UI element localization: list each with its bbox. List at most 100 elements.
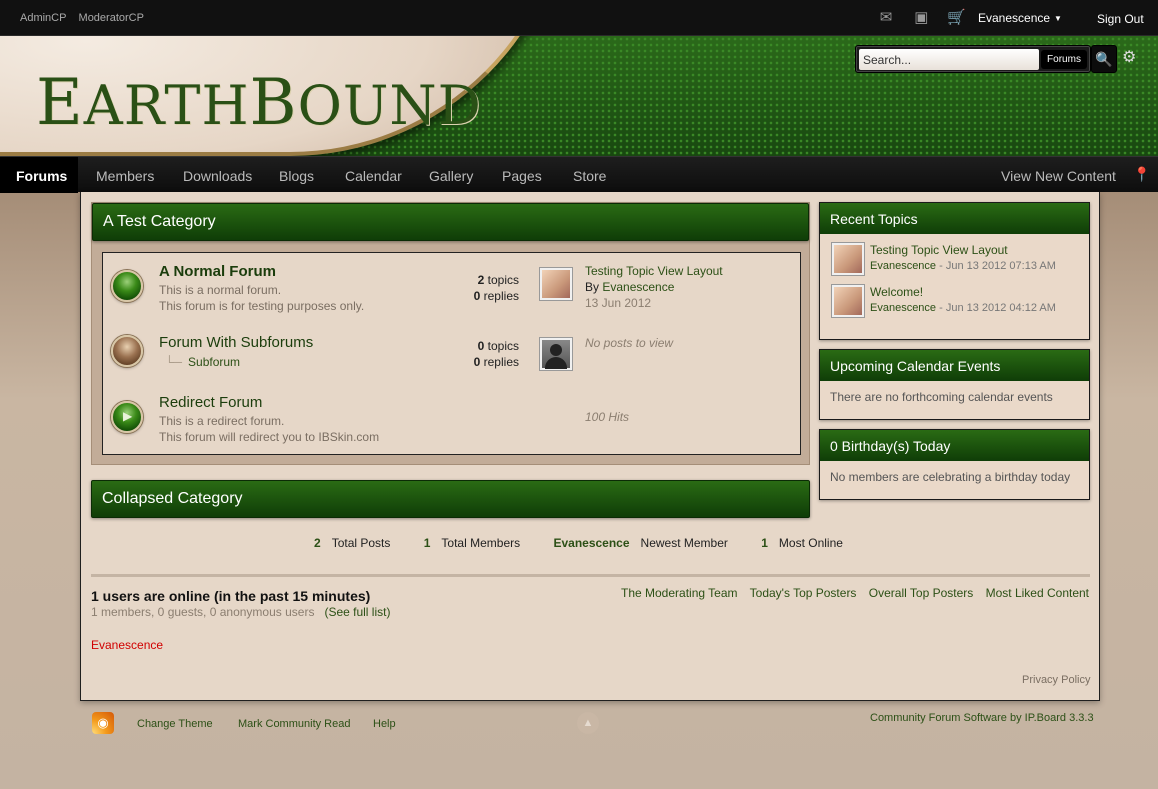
- last-post-info: Testing Topic View Layout By Evanescence…: [585, 263, 723, 310]
- back-to-top-button[interactable]: ▲: [577, 712, 599, 734]
- most-online-value: 1: [761, 536, 768, 550]
- chevron-down-icon: ▼: [1054, 14, 1062, 24]
- no-posts-text: No posts to view: [585, 336, 674, 350]
- user-menu[interactable]: Evanescence ▼: [978, 11, 1062, 25]
- collapsed-category-header[interactable]: Collapsed Category: [91, 480, 810, 518]
- recent-topic-meta: Evanescence - Jun 13 2012 04:12 AM: [870, 302, 1056, 314]
- forum-row: Forum With Subforums └─ Subforum 0 topics…: [103, 325, 800, 391]
- forum-title-link[interactable]: Redirect Forum: [159, 394, 262, 411]
- forum-description: This is a redirect forum. This forum wil…: [159, 414, 380, 444]
- category-title: Collapsed Category: [102, 490, 243, 507]
- primary-nav: Forums Members Downloads Blogs Calendar …: [0, 156, 1158, 193]
- forum-read-icon[interactable]: [111, 270, 143, 302]
- newest-member-link[interactable]: Evanescence: [553, 536, 629, 550]
- redirect-forum-icon[interactable]: ▶: [111, 401, 143, 433]
- username: Evanescence: [978, 11, 1051, 25]
- admin-links: AdminCP ModeratorCP: [20, 12, 153, 24]
- nav-gallery[interactable]: Gallery: [429, 168, 473, 184]
- category-title: A Test Category: [103, 213, 216, 230]
- nav-pages[interactable]: Pages: [502, 168, 542, 184]
- profile-icon[interactable]: ▣: [911, 9, 931, 27]
- avatar[interactable]: [832, 243, 864, 275]
- forum-title-link[interactable]: A Normal Forum: [159, 263, 276, 280]
- moderating-team-link[interactable]: The Moderating Team: [621, 586, 738, 600]
- forum-title-link[interactable]: Forum With Subforums: [159, 334, 313, 351]
- search-scope-button[interactable]: Forums: [1041, 50, 1087, 69]
- view-new-content-link[interactable]: View New Content: [1001, 168, 1116, 184]
- rss-icon[interactable]: ◉: [92, 712, 114, 734]
- search-input[interactable]: Search...: [859, 49, 1039, 70]
- online-links: The Moderating Team Today's Top Posters …: [621, 586, 1098, 600]
- change-theme-link[interactable]: Change Theme: [137, 718, 213, 730]
- nav-store[interactable]: Store: [573, 168, 606, 184]
- search-box: Search... Forums: [855, 45, 1091, 73]
- modcp-link[interactable]: ModeratorCP: [79, 12, 144, 24]
- online-users-detail: 1 members, 0 guests, 0 anonymous users (S…: [91, 605, 391, 619]
- calendar-text: There are no forthcoming calendar events: [830, 390, 1053, 404]
- birthdays-title[interactable]: 0 Birthday(s) Today: [820, 430, 1089, 461]
- category-block: A Test Category A Normal Forum This is a…: [91, 202, 810, 465]
- recent-topics-block: Recent Topics Testing Topic View Layout …: [819, 202, 1090, 340]
- online-users-title: 1 users are online (in the past 15 minut…: [91, 588, 371, 604]
- author-link[interactable]: Evanescence: [870, 302, 936, 314]
- last-poster-link[interactable]: Evanescence: [602, 280, 674, 294]
- total-posts-value: 2: [314, 536, 321, 550]
- help-link[interactable]: Help: [373, 718, 396, 730]
- see-full-list-link[interactable]: (See full list): [324, 605, 390, 619]
- admincp-link[interactable]: AdminCP: [20, 12, 66, 24]
- total-posts-label: Total Posts: [331, 536, 391, 550]
- board-stats: 2 Total Posts 1 Total Members Evanescence N…: [314, 536, 873, 550]
- mark-community-read-link[interactable]: Mark Community Read: [238, 718, 350, 730]
- forum-stats: 2 topics 0 replies: [473, 273, 519, 303]
- nav-forums[interactable]: Forums: [16, 168, 67, 184]
- arrow-up-icon: ▲: [582, 717, 594, 729]
- avatar[interactable]: [832, 285, 864, 317]
- forum-stats: 0 topics 0 replies: [473, 339, 519, 369]
- calendar-title[interactable]: Upcoming Calendar Events: [820, 350, 1089, 381]
- avatar[interactable]: [540, 268, 572, 300]
- most-liked-content-link[interactable]: Most Liked Content: [986, 586, 1089, 600]
- arrow-right-icon: ▶: [123, 409, 133, 423]
- category-header[interactable]: A Test Category: [92, 203, 809, 241]
- forum-unread-icon[interactable]: [111, 335, 143, 367]
- redirect-hits: 100 Hits: [585, 410, 630, 424]
- privacy-policy-link[interactable]: Privacy Policy: [1022, 674, 1090, 686]
- recent-topic-item: Welcome! Evanescence - Jun 13 2012 04:12…: [830, 285, 1079, 327]
- last-topic-link[interactable]: Testing Topic View Layout: [585, 263, 723, 279]
- default-avatar: [540, 338, 572, 370]
- user-bar: AdminCP ModeratorCP ✉ ▣ 🛒 Evanescence ▼ S…: [0, 0, 1158, 36]
- recent-topic-link[interactable]: Testing Topic View Layout: [870, 243, 1008, 257]
- location-pin-icon[interactable]: 📍: [1133, 166, 1150, 183]
- forum-list: A Normal Forum This is a normal forum. T…: [102, 252, 801, 455]
- search-button[interactable]: 🔍: [1091, 45, 1117, 73]
- messenger-icon[interactable]: ✉: [876, 9, 896, 27]
- nav-members[interactable]: Members: [96, 168, 154, 184]
- birthdays-block: 0 Birthday(s) Today No members are celeb…: [819, 429, 1090, 500]
- total-members-label: Total Members: [441, 536, 521, 550]
- search-icon: 🔍: [1095, 51, 1113, 67]
- overall-top-posters-link[interactable]: Overall Top Posters: [869, 586, 974, 600]
- copyright-link[interactable]: Community Forum Software by IP.Board 3.3…: [870, 712, 1094, 724]
- nav-blogs[interactable]: Blogs: [279, 168, 314, 184]
- sign-out-link[interactable]: Sign Out: [1097, 12, 1144, 26]
- cart-icon[interactable]: 🛒: [947, 9, 967, 27]
- forum-description: This is a normal forum. This forum is fo…: [159, 283, 365, 313]
- subforum-link[interactable]: └─ Subforum: [165, 355, 240, 369]
- nav-downloads[interactable]: Downloads: [183, 168, 252, 184]
- forum-row: A Normal Forum This is a normal forum. T…: [103, 253, 800, 319]
- author-link[interactable]: Evanescence: [870, 260, 936, 272]
- todays-top-posters-link[interactable]: Today's Top Posters: [750, 586, 857, 600]
- site-logo[interactable]: EARTHBOUND: [36, 66, 482, 140]
- online-user-link[interactable]: Evanescence: [91, 638, 163, 652]
- total-members-value: 1: [423, 536, 431, 550]
- gear-icon[interactable]: ⚙: [1122, 47, 1136, 67]
- tree-branch-icon: └─: [165, 355, 183, 369]
- recent-topic-meta: Evanescence - Jun 13 2012 07:13 AM: [870, 260, 1056, 272]
- nav-calendar[interactable]: Calendar: [345, 168, 402, 184]
- newest-member-label: Newest Member: [640, 536, 728, 550]
- recent-topics-title[interactable]: Recent Topics: [820, 203, 1089, 234]
- calendar-block: Upcoming Calendar Events There are no fo…: [819, 349, 1090, 420]
- last-post-date: 13 Jun 2012: [585, 296, 652, 310]
- birthdays-text: No members are celebrating a birthday to…: [830, 470, 1071, 484]
- recent-topic-link[interactable]: Welcome!: [870, 285, 923, 299]
